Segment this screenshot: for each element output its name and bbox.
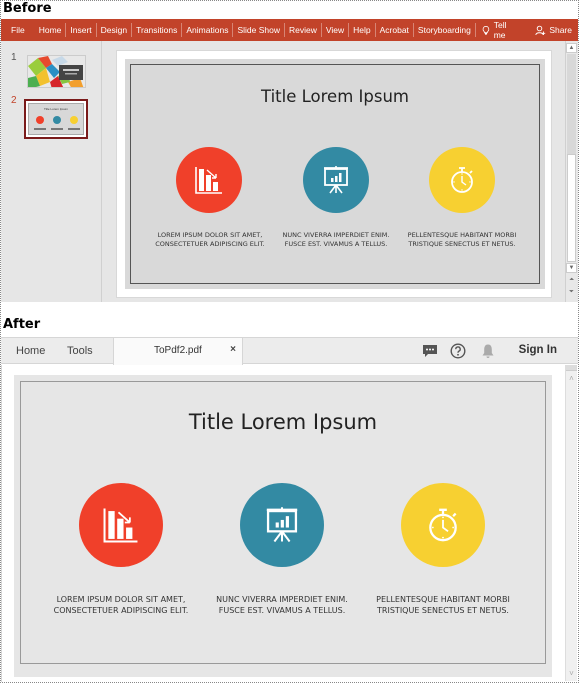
- sign-in-button[interactable]: Sign In: [519, 344, 557, 356]
- slide-editor: Title Lorem Ipsum LOREM IPSUM DOLOR SIT …: [103, 41, 565, 302]
- caption-line: PELLENTESQUE HABITANT MORBI: [376, 595, 510, 604]
- pdf-page: Title Lorem Ipsum LOREM IPSUM DOLOR SIT …: [14, 375, 552, 677]
- thumbnail-2-title: Title Lorem Ipsum: [44, 107, 68, 111]
- stopwatch-icon: [429, 508, 457, 542]
- thumbnail-number: 1: [11, 52, 17, 63]
- thumbnail-number-active: 2: [11, 95, 17, 106]
- scroll-up-button[interactable]: ▲: [566, 43, 577, 53]
- bar-chart-down-icon: [103, 508, 138, 543]
- slide-title: Title Lorem Ipsum: [261, 87, 409, 106]
- thumbnail-circle-red: [36, 116, 44, 124]
- pdf-icon-circle-3: [401, 483, 485, 567]
- slide-thumbnail-1[interactable]: [27, 55, 86, 88]
- slide-thumbnail-2[interactable]: Title Lorem Ipsum: [24, 99, 88, 139]
- before-label: Before: [3, 1, 52, 16]
- slide-icon-circle-1: [176, 147, 242, 213]
- caption-line: PELLENTESQUE HABITANT MORBI: [407, 231, 517, 239]
- tab-transitions[interactable]: Transitions: [132, 23, 183, 37]
- nav-home[interactable]: Home: [16, 338, 45, 365]
- thumbnail-circle-yellow: [70, 116, 78, 124]
- help-icon[interactable]: [450, 343, 466, 359]
- after-label: After: [3, 317, 41, 332]
- slide-frame: Title Lorem Ipsum LOREM IPSUM DOLOR SIT …: [130, 64, 540, 284]
- scroll-thumb[interactable]: [566, 365, 577, 371]
- tab-help[interactable]: Help: [349, 23, 376, 37]
- thumbnail-circle-teal: [53, 116, 61, 124]
- presentation-board-icon: [266, 507, 298, 543]
- thumbnail-caption: [51, 128, 63, 130]
- slide-icon-circle-3: [429, 147, 495, 213]
- share-label: Share: [549, 25, 572, 35]
- thumbnail-caption: [34, 128, 46, 130]
- slide-icon-circle-2: [303, 147, 369, 213]
- tab-slide-show[interactable]: Slide Show: [233, 23, 285, 37]
- lightbulb-icon: [482, 25, 489, 35]
- scroll-thumb[interactable]: [567, 154, 576, 262]
- nav-tools[interactable]: Tools: [67, 338, 93, 365]
- person-add-icon: [535, 25, 546, 35]
- tab-view[interactable]: View: [322, 23, 350, 37]
- tab-animations[interactable]: Animations: [182, 23, 234, 37]
- tab-acrobat[interactable]: Acrobat: [376, 23, 414, 37]
- pdf-icon-circle-2: [240, 483, 324, 567]
- tell-me-button[interactable]: Tell me: [476, 20, 529, 40]
- document-tab-name: ToPdf2.pdf: [154, 345, 202, 356]
- scroll-up-button[interactable]: ˄: [566, 373, 577, 383]
- stopwatch-icon: [451, 167, 473, 193]
- close-tab-icon[interactable]: ×: [230, 344, 236, 355]
- ribbon-tabs: File Home Insert Design Transitions Anim…: [1, 19, 578, 41]
- tell-me-label: Tell me: [493, 20, 507, 40]
- tab-review[interactable]: Review: [285, 23, 322, 37]
- comment-icon[interactable]: [422, 343, 438, 359]
- tab-storyboarding[interactable]: Storyboarding: [414, 23, 476, 37]
- caption-line: TRISTIQUE SENECTUS ET NETUS.: [408, 239, 516, 248]
- tab-design[interactable]: Design: [97, 23, 133, 37]
- tab-file[interactable]: File: [1, 23, 35, 37]
- document-view[interactable]: Title Lorem Ipsum LOREM IPSUM DOLOR SIT …: [1, 365, 566, 682]
- slide-thumbnails-pane: 1 2 Title Lorem Ipsum: [1, 41, 102, 302]
- caption-line: TRISTIQUE SENECTUS ET NETUS.: [377, 605, 509, 615]
- acrobat-toolbar: Home Tools ToPdf2.pdf × Sign In: [1, 337, 578, 365]
- scroll-track[interactable]: [567, 54, 576, 154]
- slide-canvas[interactable]: Title Lorem Ipsum LOREM IPSUM DOLOR SIT …: [116, 50, 552, 298]
- pdf-slide-title: Title Lorem Ipsum: [188, 410, 378, 434]
- document-scrollbar[interactable]: ˄ ˅: [565, 365, 577, 681]
- tab-home[interactable]: Home: [35, 23, 67, 37]
- powerpoint-window: File Home Insert Design Transitions Anim…: [1, 19, 578, 302]
- slide-caption-3: PELLENTESQUE HABITANT MORBI TRISTIQUE SE…: [383, 231, 541, 249]
- tab-insert[interactable]: Insert: [66, 23, 97, 37]
- pdf-caption-3: PELLENTESQUE HABITANT MORBI TRISTIQUE SE…: [343, 595, 543, 617]
- bar-chart-down-icon: [195, 167, 222, 194]
- scroll-down-button[interactable]: ˅: [566, 668, 577, 678]
- presentation-board-icon: [324, 166, 348, 194]
- pdf-icon-circle-1: [79, 483, 163, 567]
- vertical-scrollbar[interactable]: ▲ ▼ ⏶ ⏷: [565, 41, 577, 302]
- pdf-slide-frame: Title Lorem Ipsum LOREM IPSUM DOLOR SIT …: [20, 381, 546, 664]
- notification-bell-icon[interactable]: [480, 343, 496, 359]
- thumbnail-1-image: [28, 56, 85, 87]
- thumbnail-2-image: Title Lorem Ipsum: [28, 103, 84, 135]
- document-tab[interactable]: ToPdf2.pdf ×: [113, 337, 243, 365]
- scroll-down-button[interactable]: ▼: [566, 263, 577, 273]
- slide: Title Lorem Ipsum LOREM IPSUM DOLOR SIT …: [125, 59, 545, 289]
- next-slide-button[interactable]: ⏷: [566, 287, 577, 297]
- thumbnail-caption: [68, 128, 80, 130]
- share-button[interactable]: Share: [529, 25, 578, 36]
- acrobat-window: Home Tools ToPdf2.pdf × Sign In Title Lo…: [1, 337, 578, 682]
- previous-slide-button[interactable]: ⏶: [566, 275, 577, 285]
